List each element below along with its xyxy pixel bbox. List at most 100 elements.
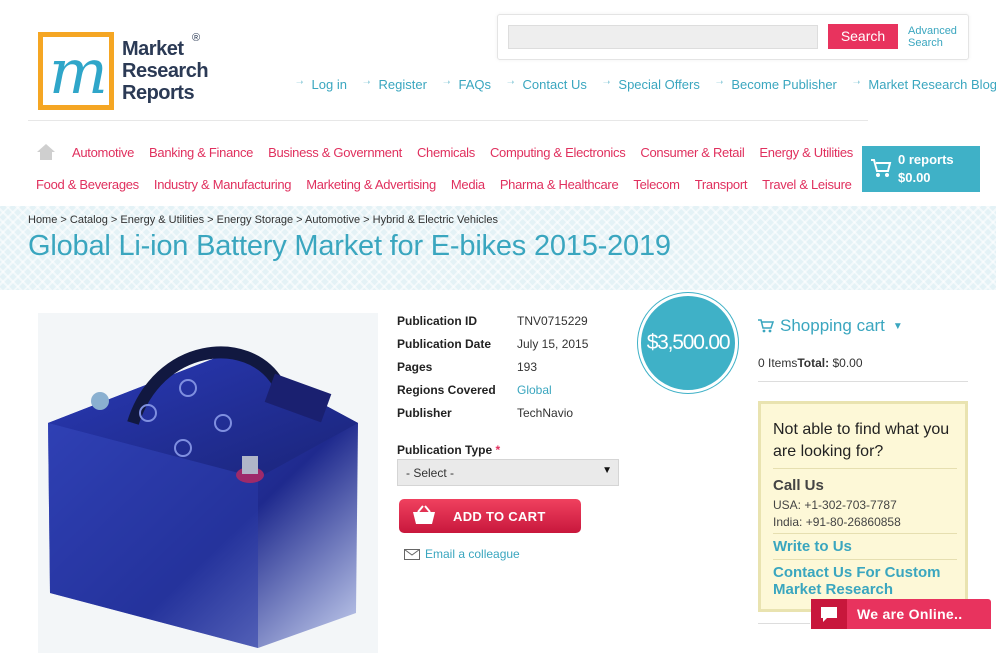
category-banking-finance[interactable]: Banking & Finance: [149, 145, 253, 160]
arrow-icon: ➝: [852, 77, 861, 87]
arrow-icon: ➝: [442, 77, 451, 87]
register-link[interactable]: Register: [379, 77, 427, 92]
publication-type-text: Publication Type: [397, 443, 493, 457]
cart-total: $0.00: [898, 170, 931, 185]
breadcrumb-automotive[interactable]: Automotive: [305, 214, 360, 226]
breadcrumb-hybrid-ev[interactable]: Hybrid & Electric Vehicles: [373, 214, 498, 226]
product-image: [38, 313, 378, 653]
write-to-us-link[interactable]: Write to Us: [773, 538, 959, 555]
blog-link[interactable]: Market Research Blog: [868, 77, 996, 92]
product-specs: Publication ID TNV0715229 Publication Dat…: [397, 314, 588, 429]
arrow-icon: ➝: [362, 77, 371, 87]
chat-icon: [811, 599, 847, 629]
category-travel-leisure[interactable]: Travel & Leisure: [762, 177, 852, 192]
breadcrumb-separator: >: [360, 214, 373, 226]
required-marker: *: [495, 443, 501, 457]
breadcrumb-energy-storage[interactable]: Energy Storage: [217, 214, 293, 226]
category-media[interactable]: Media: [451, 177, 485, 192]
spec-key: Publication ID: [397, 314, 478, 328]
logo-mark: m: [38, 32, 114, 110]
breadcrumb-catalog[interactable]: Catalog: [70, 214, 108, 226]
breadcrumb-separator: >: [57, 214, 70, 226]
price-badge: $3,500.00: [638, 293, 738, 393]
category-marketing-advertising[interactable]: Marketing & Advertising: [306, 177, 436, 192]
category-transport[interactable]: Transport: [695, 177, 748, 192]
breadcrumb-home[interactable]: Home: [28, 214, 57, 226]
regions-link[interactable]: Global: [517, 383, 552, 406]
publication-type-select[interactable]: - Select - ▼: [397, 459, 619, 486]
category-nav-row-2: Food & Beverages Industry & Manufacturin…: [36, 177, 867, 192]
arrow-icon: ➝: [602, 77, 611, 87]
breadcrumb-separator: >: [107, 214, 121, 226]
help-divider: [773, 533, 957, 534]
spec-row: Pages 193: [397, 360, 588, 383]
become-publisher-link[interactable]: Become Publisher: [731, 77, 837, 92]
arrow-icon: ➝: [507, 77, 515, 87]
cart-items-count: 0 Items: [758, 356, 798, 370]
email-colleague-label: Email a colleague: [425, 547, 520, 561]
advanced-search-line-1: Advanced: [908, 25, 957, 37]
category-food-beverages[interactable]: Food & Beverages: [36, 177, 139, 192]
home-icon[interactable]: [36, 143, 56, 161]
arrow-icon: ➝: [715, 77, 724, 87]
cart-icon: [871, 159, 892, 177]
category-automotive[interactable]: Automotive: [72, 145, 134, 160]
category-energy-utilities[interactable]: Energy & Utilities: [759, 145, 853, 160]
spec-row: Publisher TechNavio: [397, 406, 588, 429]
logo-wordmark: Market Research Reports: [122, 38, 209, 104]
breadcrumb-separator: >: [204, 214, 217, 226]
shopping-cart-title: Shopping cart: [780, 316, 885, 335]
contact-us-link[interactable]: Contact Us: [523, 77, 587, 92]
logo-glyph: m: [49, 35, 108, 108]
site-logo[interactable]: m Market Research Reports ®: [38, 32, 218, 112]
cart-divider: [758, 381, 968, 382]
category-computing-electronics[interactable]: Computing & Electronics: [490, 145, 626, 160]
cart-count: 0 reports: [898, 152, 954, 167]
category-pharma-healthcare[interactable]: Pharma & Healthcare: [500, 177, 619, 192]
category-business-government[interactable]: Business & Government: [268, 145, 402, 160]
chevron-down-icon: ▼: [892, 320, 903, 332]
logo-line-3: Reports: [122, 82, 195, 104]
header-cart-button[interactable]: 0 reports $0.00: [862, 146, 980, 192]
faqs-link[interactable]: FAQs: [458, 77, 491, 92]
spec-key: Publisher: [397, 406, 452, 420]
call-us-heading: Call Us: [773, 477, 824, 494]
breadcrumb-separator: >: [293, 214, 306, 226]
top-links: ➝ Log in ➝ Register ➝ FAQs ➝ Contact Us ➝ Spe…: [296, 77, 996, 92]
cart-divider: [758, 623, 810, 624]
usa-phone: USA: +1-302-703-7787: [773, 498, 897, 512]
help-divider: [773, 468, 957, 469]
cart-total-value: $0.00: [832, 356, 863, 370]
cart-total-label: Total:: [797, 356, 830, 370]
category-industry-manufacturing[interactable]: Industry & Manufacturing: [154, 177, 292, 192]
login-link[interactable]: Log in: [312, 77, 347, 92]
search-input[interactable]: [508, 25, 818, 49]
help-divider: [773, 559, 957, 560]
india-phone: India: +91-80-26860858: [773, 515, 901, 529]
help-panel: Not able to find what you are looking fo…: [758, 401, 968, 612]
chat-status-label: We are Online..: [857, 606, 963, 622]
email-colleague-link[interactable]: Email a colleague: [404, 547, 520, 561]
spec-key: Publication Date: [397, 337, 492, 351]
add-to-cart-button[interactable]: ADD TO CART: [399, 499, 581, 533]
page-title: Global Li-ion Battery Market for E-bikes…: [28, 230, 671, 262]
help-title: Not able to find what you are looking fo…: [773, 421, 950, 460]
live-chat-bar[interactable]: We are Online..: [811, 599, 991, 629]
category-chemicals[interactable]: Chemicals: [417, 145, 475, 160]
battery-illustration: [48, 346, 358, 648]
registered-mark: ®: [192, 32, 201, 44]
spec-row: Regions Covered Global: [397, 383, 588, 406]
advanced-search-link[interactable]: Advanced Search: [908, 25, 968, 49]
breadcrumb-energy-utilities[interactable]: Energy & Utilities: [120, 214, 204, 226]
category-consumer-retail[interactable]: Consumer & Retail: [640, 145, 744, 160]
arrow-icon: ➝: [296, 77, 304, 87]
spec-value: July 15, 2015: [517, 337, 589, 351]
category-telecom[interactable]: Telecom: [633, 177, 680, 192]
shopping-cart-toggle[interactable]: Shopping cart ▼: [758, 316, 903, 336]
search-button[interactable]: Search: [828, 24, 898, 49]
special-offers-link[interactable]: Special Offers: [618, 77, 699, 92]
search-panel: Search Advanced Search: [497, 14, 969, 60]
spec-value: TechNavio: [517, 406, 574, 420]
envelope-icon: [404, 548, 420, 560]
custom-research-link[interactable]: Contact Us For Custom Market Research: [773, 564, 959, 598]
